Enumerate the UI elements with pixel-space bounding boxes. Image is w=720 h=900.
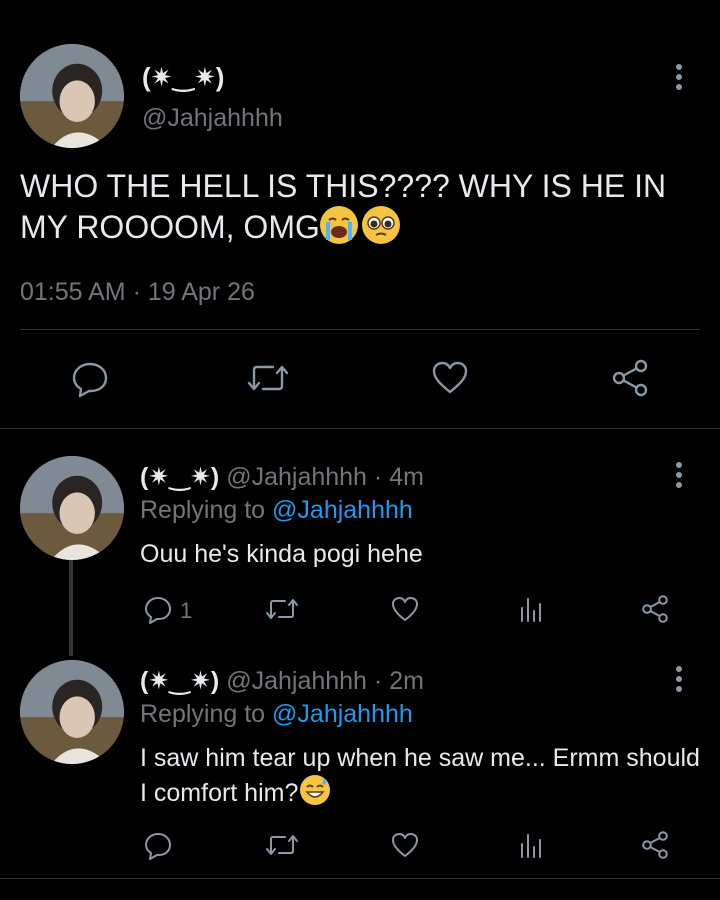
reply-icon[interactable] — [70, 358, 110, 398]
handle[interactable]: @Jahjahhhh — [226, 667, 367, 695]
reply-icon[interactable] — [143, 830, 173, 860]
share-icon[interactable] — [640, 594, 670, 624]
reply-time[interactable]: · 4m — [374, 463, 424, 491]
grinning-sweat-face-emoji — [300, 775, 331, 805]
avatar-photo — [20, 456, 124, 560]
tweet-timestamp[interactable]: 01:55 AM · 19 Apr 26 — [20, 278, 255, 307]
avatar[interactable] — [20, 660, 124, 764]
like-icon[interactable] — [390, 594, 420, 624]
tweet-text: WHO THE HELL IS THIS???? WHY IS HE IN MY… — [20, 166, 710, 247]
replying-to-label: Replying to — [140, 496, 266, 524]
retweet-icon[interactable] — [264, 830, 300, 860]
reply-time[interactable]: · 2m — [374, 667, 424, 695]
replying-to: Replying to @Jahjahhhh — [140, 496, 413, 525]
like-icon[interactable] — [430, 358, 470, 398]
like-icon[interactable] — [390, 830, 420, 860]
more-options-icon[interactable] — [672, 664, 686, 700]
divider — [20, 329, 700, 330]
divider — [0, 878, 720, 879]
reply-text-block: I saw him tear up when he saw me... Ermm… — [140, 742, 700, 810]
display-name[interactable]: (✷‿✷) — [140, 667, 219, 695]
pleading-face-emoji — [361, 206, 400, 244]
replying-to-handle[interactable]: @Jahjahhhh — [272, 700, 413, 728]
share-icon[interactable] — [640, 830, 670, 860]
handle[interactable]: @Jahjahhhh — [142, 104, 283, 133]
reply-icon[interactable] — [143, 594, 173, 624]
more-options-icon[interactable] — [672, 460, 686, 496]
avatar-photo — [20, 660, 124, 764]
retweet-icon[interactable] — [264, 594, 300, 624]
reply-text: Ouu he's kinda pogi hehe — [140, 540, 423, 568]
reply-header: (✷‿✷) @Jahjahhhh · 4m — [140, 462, 424, 492]
loudly-crying-face-emoji — [319, 206, 358, 244]
share-icon[interactable] — [610, 358, 650, 398]
reply-text: I saw him tear up when he saw me... Ermm… — [140, 744, 700, 807]
replying-to-handle[interactable]: @Jahjahhhh — [272, 496, 413, 524]
analytics-icon[interactable] — [516, 594, 546, 624]
replying-to-label: Replying to — [140, 700, 266, 728]
handle[interactable]: @Jahjahhhh — [226, 463, 367, 491]
thread-line — [69, 560, 73, 656]
replying-to: Replying to @Jahjahhhh — [140, 700, 413, 729]
avatar[interactable] — [20, 456, 124, 560]
display-name[interactable]: (✷‿✷) — [140, 463, 219, 491]
reply-count: 1 — [180, 598, 193, 623]
avatar[interactable] — [20, 44, 124, 148]
analytics-icon[interactable] — [516, 830, 546, 860]
avatar-photo — [20, 44, 124, 148]
reply-header: (✷‿✷) @Jahjahhhh · 2m — [140, 666, 424, 696]
display-name[interactable]: (✷‿✷) — [142, 62, 224, 93]
divider — [0, 428, 720, 429]
retweet-icon[interactable] — [245, 358, 291, 398]
more-options-icon[interactable] — [672, 62, 686, 98]
